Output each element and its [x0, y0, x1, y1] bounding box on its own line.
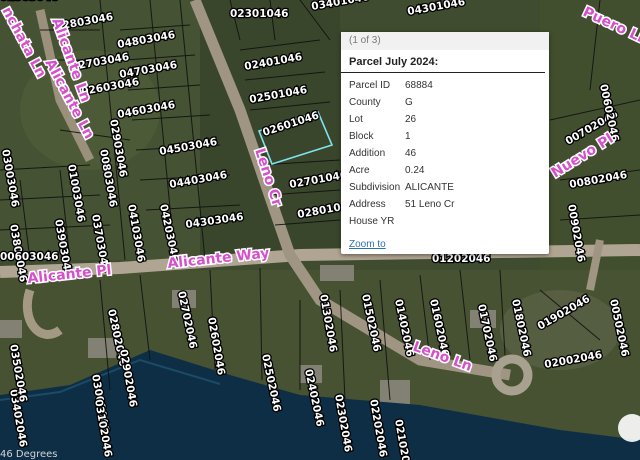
attribute-key: Addition [349, 148, 386, 159]
attribute-row: Lot 26 [349, 111, 454, 128]
attribute-key: Acre [349, 165, 370, 176]
attribute-row: Acre 0.24 [349, 162, 454, 179]
attribute-key: Address [349, 199, 386, 210]
attribute-value: 46 [405, 148, 417, 159]
attribute-row: Addition 46 [349, 145, 454, 162]
attribute-key: Block [349, 131, 374, 142]
attribute-key: House YR [349, 216, 395, 227]
attribute-value: G [405, 97, 413, 108]
attribute-value: 68884 [405, 80, 433, 91]
attribute-value: 0.24 [405, 165, 425, 176]
attribute-row: House YR [349, 213, 454, 230]
attribute-key: Lot [349, 114, 363, 125]
parcel-number-label: 02301046 [230, 8, 288, 20]
zoom-to-link[interactable]: Zoom to [349, 239, 386, 250]
popup-pager[interactable]: (1 of 3) [341, 32, 549, 50]
attribute-value: 51 Leno Cr [405, 199, 455, 210]
parcel-info-popup[interactable]: (1 of 3) Parcel July 2024: Parcel ID 6888… [341, 32, 549, 254]
attribute-row: Subdivision ALICANTE [349, 179, 454, 196]
attribute-row: Address 51 Leno Cr [349, 196, 454, 213]
parcel-number-label: 04503046 [0, 0, 58, 3]
parcel-number-label: 00603046 [0, 251, 58, 263]
scale-text: 46 Degrees [0, 449, 58, 460]
attribute-value: ALICANTE [405, 182, 454, 193]
attribute-key: Subdivision [349, 182, 401, 193]
attribute-value: 1 [405, 131, 411, 142]
attribute-row: County G [349, 94, 454, 111]
attribute-row: Block 1 [349, 128, 454, 145]
parcel-number-label: 01202046 [432, 253, 490, 265]
attribute-value [405, 213, 454, 230]
attribute-value: 26 [405, 114, 417, 125]
popup-title: Parcel July 2024: [341, 50, 545, 73]
attribute-key: County [349, 97, 381, 108]
attribute-row: Parcel ID 68884 [349, 77, 454, 94]
attribute-key: Parcel ID [349, 80, 391, 91]
parcel-attributes-table: Parcel ID 68884 County G Lot 26 Block 1 Addition… [349, 77, 454, 230]
